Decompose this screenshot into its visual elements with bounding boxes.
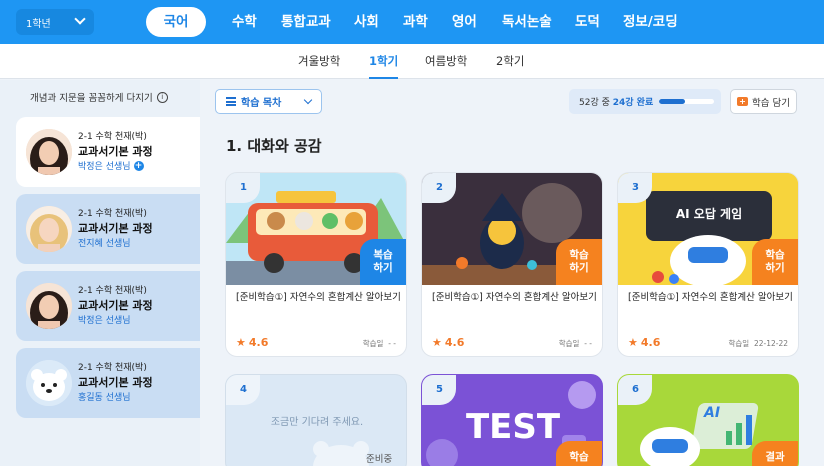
sidebar-hint-text: 개념과 지문을 꼼꼼하게 다지기 [30,93,153,104]
result-badge[interactable]: 결과 [752,441,798,466]
progress-bar-fill [659,99,685,104]
lesson-card[interactable]: AI 오답 게임 3 학습 하기 [준비학습①] 자연수의 혼합계산 알아보기 ★… [617,172,799,357]
lesson-title: [준비학습①] 자연수의 혼합계산 알아보기 [432,292,597,303]
progress-text: 52강 중 24강 완료 [579,98,654,108]
lesson-number: 2 [422,173,456,203]
progress-bar [659,99,715,104]
lesson-rating: ★ 4.6 [432,336,465,349]
lesson-card[interactable]: AI 6 결과 [617,374,799,466]
teacher-name: 전지혜 선생님 [78,239,131,249]
avatar [26,129,72,175]
lesson-card[interactable]: 1 복습 하기 [준비학습①] 자연수의 혼합계산 알아보기 ★ 4.6 학습일 -… [225,172,407,357]
lesson-rating: ★ 4.6 [628,336,661,349]
tab-semester-2[interactable]: 2학기 [496,44,524,79]
avatar [26,283,72,329]
teacher-card[interactable]: 2-1 수학 천재(박) 교과서기본 과정 박정은 선생님 [16,271,200,341]
sidebar-hint: 개념과 지문을 꼼꼼하게 다지기 i [30,90,168,104]
lesson-card[interactable]: 4 조금만 기다려 주세요. 준비중 [225,374,407,466]
lesson-date: 학습일 22-12-22 [728,339,788,348]
teacher-name: 박정은 선생님 + [78,159,144,172]
grade-select[interactable]: 1학년 [16,9,94,35]
list-icon [226,97,236,106]
plus-icon[interactable]: + [133,160,144,171]
teacher-course: 2-1 수학 천재(박) [78,286,147,296]
tab-winter-break[interactable]: 겨울방학 [298,44,340,79]
star-icon: ★ [628,336,638,349]
lesson-number: 5 [422,375,456,405]
teacher-card[interactable]: 2-1 수학 천재(박) 교과서기본 과정 박정은 선생님 + [16,117,200,187]
teacher-course: 2-1 수학 천재(박) [78,363,147,373]
subject-tab-coding[interactable]: 정보/코딩 [623,0,678,44]
lesson-title: [준비학습①] 자연수의 혼합계산 알아보기 [236,292,401,303]
section-title: 1. 대화와 공감 [226,137,322,155]
subject-tab-social[interactable]: 사회 [354,0,379,44]
lesson-card[interactable]: 2 학습 하기 [준비학습①] 자연수의 혼합계산 알아보기 ★ 4.6 학습일 -… [421,172,603,357]
chevron-down-icon [74,13,86,25]
ai-label: AI [704,405,721,421]
teacher-card[interactable]: 2-1 수학 천재(박) 교과서기본 과정 전지혜 선생님 [16,194,200,264]
teacher-course-type: 교과서기본 과정 [78,376,153,389]
teacher-name: 홍길동 선생님 [78,393,131,403]
avatar [26,206,72,252]
tab-semester-1[interactable]: 1학기 [369,44,399,79]
star-icon: ★ [432,336,442,349]
subject-tab-korean[interactable]: 국어 [146,7,206,37]
teacher-course-type: 교과서기본 과정 [78,299,153,312]
teacher-course-type: 교과서기본 과정 [78,222,153,235]
top-nav-bar: 1학년 국어 수학 통합교과 사회 과학 영어 독서논술 도덕 정보/코딩 [0,0,824,44]
preparing-label: 준비중 [366,454,393,465]
lesson-number: 6 [618,375,652,405]
teacher-course: 2-1 수학 천재(박) [78,209,147,219]
toc-select[interactable]: 학습 목차 [215,89,322,114]
teacher-name-text: 박정은 선생님 [78,162,131,172]
teacher-name: 박정은 선생님 [78,316,131,326]
toc-select-label: 학습 목차 [241,98,282,109]
teacher-card[interactable]: 2-1 수학 천재(박) 교과서기본 과정 홍길동 선생님 [16,348,200,418]
lesson-number: 1 [226,173,260,203]
info-icon[interactable]: i [156,91,168,103]
lesson-card[interactable]: TEST 5 학습 [421,374,603,466]
subject-tab-reading[interactable]: 독서논술 [502,0,552,44]
coming-soon-text: 조금만 기다려 주세요. [270,417,364,428]
subject-tab-math[interactable]: 수학 [232,0,257,44]
lesson-rating: ★ 4.6 [236,336,269,349]
subject-tab-science[interactable]: 과학 [403,0,428,44]
save-learning-button[interactable]: + 학습 담기 [730,89,797,114]
subject-tab-integrated[interactable]: 통합교과 [281,0,331,44]
lesson-title: [준비학습①] 자연수의 혼합계산 알아보기 [628,292,793,303]
review-badge[interactable]: 복습 하기 [360,239,406,285]
lesson-number: 4 [226,375,260,405]
study-badge[interactable]: 학습 [556,441,602,466]
progress-status: 52강 중 24강 완료 [569,89,721,114]
study-badge[interactable]: 학습 하기 [556,239,602,285]
ai-game-title: AI 오답 게임 [675,207,743,221]
subject-tab-ethics[interactable]: 도덕 [575,0,600,44]
study-badge[interactable]: 학습 하기 [752,239,798,285]
tab-summer-break[interactable]: 여름방학 [425,44,467,79]
bear-avatar [26,360,72,406]
grade-select-label: 1학년 [26,18,51,30]
teacher-sidebar: 개념과 지문을 꼼꼼하게 다지기 i 2-1 수학 천재(박) 교과서기본 과정… [0,80,200,466]
save-learning-label: 학습 담기 [752,97,790,109]
semester-nav: 겨울방학 1학기 여름방학 2학기 [0,44,824,79]
teacher-course: 2-1 수학 천재(박) [78,132,147,142]
chevron-down-icon [303,95,313,105]
subject-tab-english[interactable]: 영어 [452,0,477,44]
lesson-number: 3 [618,173,652,203]
star-icon: ★ [236,336,246,349]
teacher-course-type: 교과서기본 과정 [78,145,153,158]
lesson-date: 학습일 - - [362,339,396,348]
lesson-date: 학습일 - - [558,339,592,348]
folder-plus-icon: + [737,97,748,106]
